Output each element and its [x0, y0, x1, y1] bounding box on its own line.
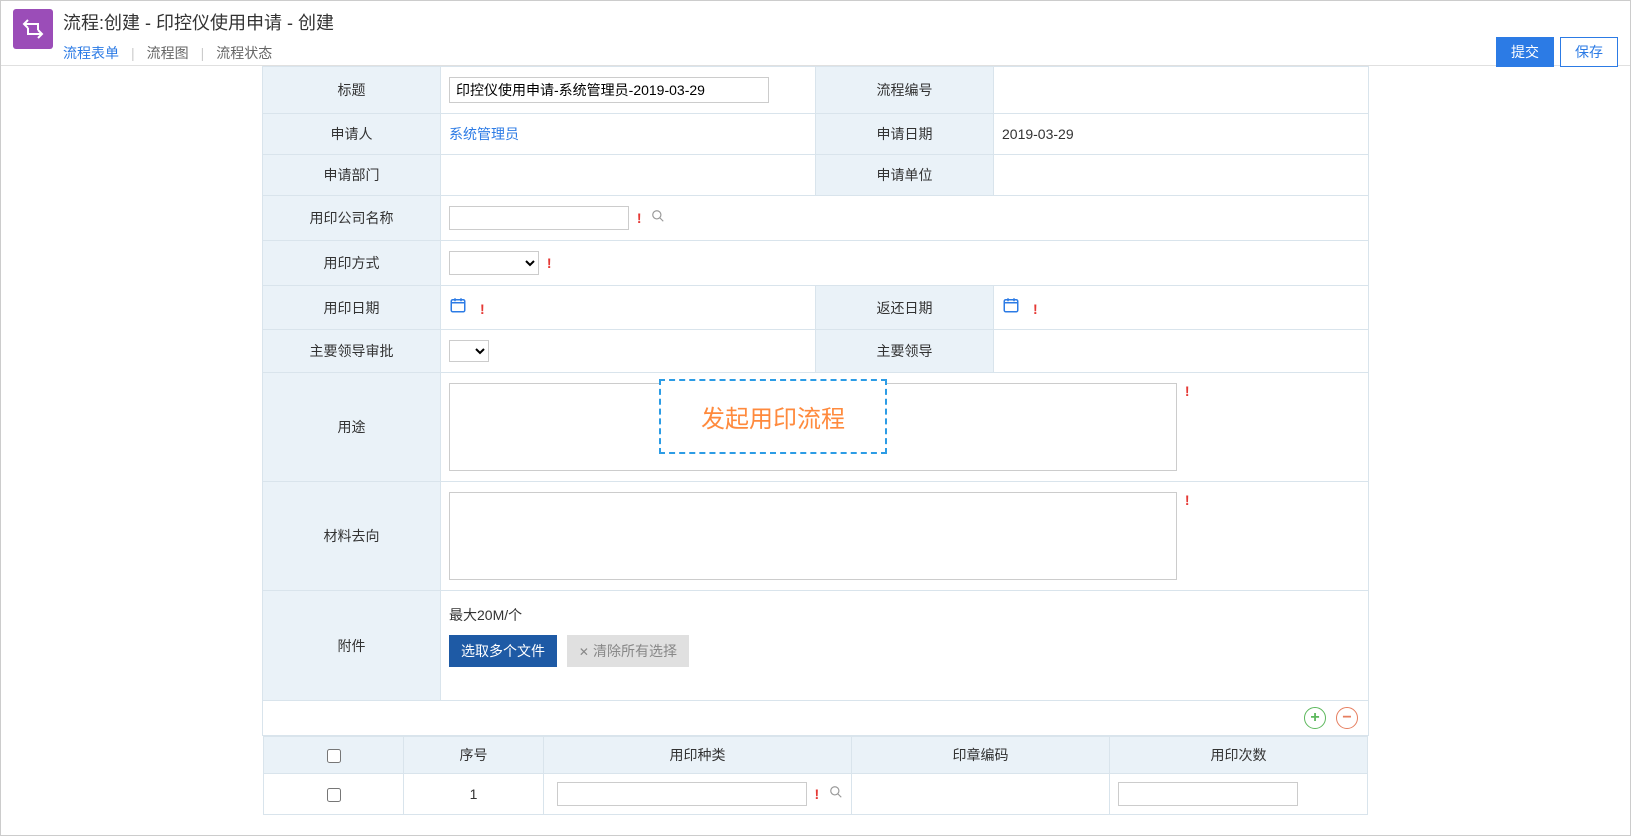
- label-applicant: 申请人: [263, 114, 441, 155]
- seal-type-input[interactable]: [557, 782, 807, 806]
- tab-diagram[interactable]: 流程图: [147, 43, 189, 63]
- required-mark: !: [1185, 492, 1190, 508]
- sub-header-check: [264, 737, 404, 774]
- label-apply-unit: 申请单位: [816, 155, 994, 196]
- label-use-date: 用印日期: [263, 286, 441, 330]
- submit-button[interactable]: 提交: [1496, 37, 1554, 67]
- required-mark: !: [1185, 383, 1190, 399]
- value-apply-unit: [994, 155, 1369, 196]
- search-icon[interactable]: [651, 210, 665, 226]
- leader-approve-select[interactable]: [449, 340, 489, 362]
- save-button[interactable]: 保存: [1560, 37, 1618, 67]
- value-apply-date: 2019-03-29: [994, 114, 1369, 155]
- app-icon: [13, 9, 53, 49]
- tabs: 流程表单 | 流程图 | 流程状态: [63, 43, 1618, 63]
- value-title: [441, 67, 816, 114]
- purpose-textarea[interactable]: [449, 383, 1177, 471]
- required-mark: !: [547, 255, 552, 271]
- value-leader-approve: [441, 330, 816, 373]
- label-purpose: 用途: [263, 373, 441, 482]
- required-mark: !: [814, 786, 819, 802]
- attachment-hint: 最大20M/个: [449, 605, 1360, 625]
- applicant-link[interactable]: 系统管理员: [449, 126, 519, 142]
- sub-header-count: 用印次数: [1110, 737, 1368, 774]
- calendar-icon[interactable]: [1002, 298, 1025, 318]
- label-leader: 主要领导: [816, 330, 994, 373]
- tab-form[interactable]: 流程表单: [63, 43, 119, 63]
- value-purpose: ! 发起用印流程: [441, 373, 1369, 482]
- required-mark: !: [480, 301, 485, 317]
- required-mark: !: [637, 210, 642, 226]
- value-use-date: !: [441, 286, 816, 330]
- sub-header-seq: 序号: [404, 737, 544, 774]
- form-area: 标题 流程编号 申请人 系统管理员 申请日期 2019-03-29 申请部门 申…: [1, 65, 1630, 815]
- label-process-no: 流程编号: [816, 67, 994, 114]
- select-all-checkbox[interactable]: [327, 749, 341, 763]
- label-attachment: 附件: [263, 591, 441, 701]
- table-row: 1 !: [264, 774, 1368, 815]
- label-return-date: 返还日期: [816, 286, 994, 330]
- remove-row-button[interactable]: −: [1336, 707, 1358, 729]
- add-row-button[interactable]: +: [1304, 707, 1326, 729]
- row-seq: 1: [404, 774, 544, 815]
- material-dest-textarea[interactable]: [449, 492, 1177, 580]
- value-method: !: [441, 241, 1369, 286]
- clear-selected-button[interactable]: 清除所有选择: [567, 635, 689, 667]
- label-material-dest: 材料去向: [263, 482, 441, 591]
- row-actions: + −: [263, 701, 1368, 735]
- sub-header-seal-code: 印章编码: [852, 737, 1110, 774]
- row-checkbox[interactable]: [327, 788, 341, 802]
- value-material-dest: !: [441, 482, 1369, 591]
- value-leader: [994, 330, 1369, 373]
- select-files-button[interactable]: 选取多个文件: [449, 635, 557, 667]
- label-apply-date: 申请日期: [816, 114, 994, 155]
- sub-table: 序号 用印种类 印章编码 用印次数 1 !: [263, 736, 1368, 815]
- search-icon[interactable]: [829, 786, 843, 802]
- page-title: 流程:创建 - 印控仪使用申请 - 创建: [63, 9, 1618, 35]
- company-input[interactable]: [449, 206, 629, 230]
- sub-header-seal-type: 用印种类: [544, 737, 852, 774]
- label-company: 用印公司名称: [263, 196, 441, 241]
- label-method: 用印方式: [263, 241, 441, 286]
- required-mark: !: [1033, 301, 1038, 317]
- label-leader-approve: 主要领导审批: [263, 330, 441, 373]
- count-input[interactable]: [1118, 782, 1298, 806]
- calendar-icon[interactable]: [449, 298, 472, 318]
- tab-status[interactable]: 流程状态: [216, 43, 272, 63]
- title-input[interactable]: [449, 77, 769, 103]
- value-attachment: 最大20M/个 选取多个文件 清除所有选择: [441, 591, 1369, 701]
- seal-method-select[interactable]: [449, 251, 539, 275]
- value-company: !: [441, 196, 1369, 241]
- value-return-date: !: [994, 286, 1369, 330]
- value-apply-dept: [441, 155, 816, 196]
- label-apply-dept: 申请部门: [263, 155, 441, 196]
- value-applicant: 系统管理员: [441, 114, 816, 155]
- label-title: 标题: [263, 67, 441, 114]
- value-process-no: [994, 67, 1369, 114]
- page-header: 流程:创建 - 印控仪使用申请 - 创建 流程表单 | 流程图 | 流程状态 提…: [1, 1, 1630, 63]
